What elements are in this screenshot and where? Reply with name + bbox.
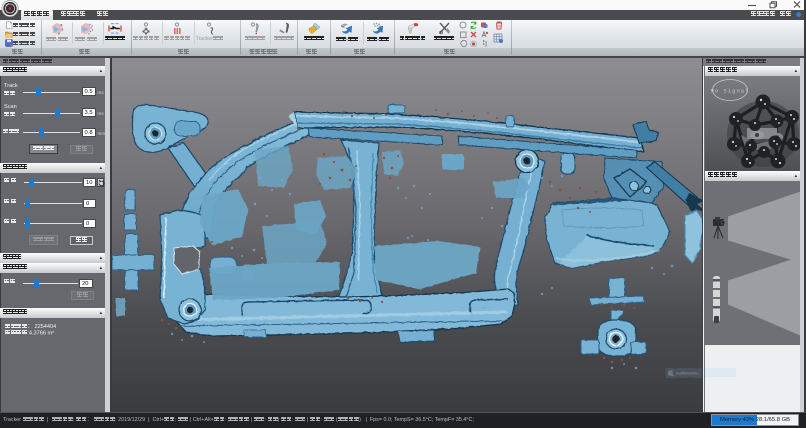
svg-text:No Signal: No Signal [710, 87, 749, 94]
